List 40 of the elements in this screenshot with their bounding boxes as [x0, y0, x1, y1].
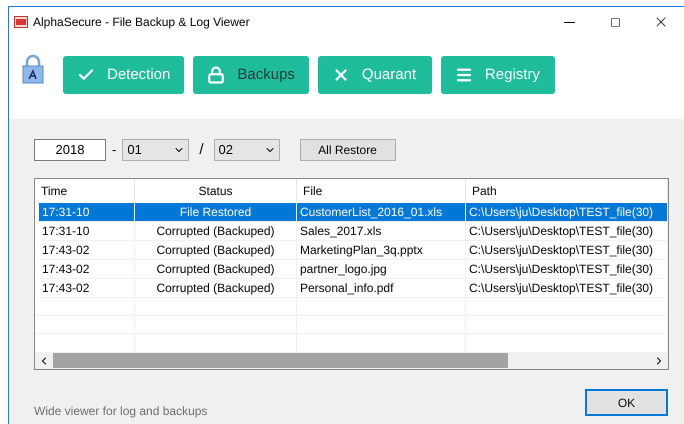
table-row[interactable]: 17:31-10 File Restored CustomerList_2016_01.xls C:\Users\ju\Desktop\TEST_file(30)	[39, 202, 668, 222]
table-row[interactable]: 17:43-02 Corrupted (Backuped) MarketingPlan_3q.pptx C:\Users\ju\Desktop\TEST_file(30)	[39, 240, 668, 260]
toolbar-tab[interactable]: Backups	[193, 56, 309, 94]
date-separator: /	[199, 140, 204, 160]
ok-button[interactable]: OK	[585, 389, 668, 416]
table-cell: C:\Users\ju\Desktop\TEST_file(30)	[466, 202, 668, 221]
table-cell: partner_logo.jpg	[297, 260, 466, 278]
window-title: AlphaSecure - File Backup & Log Viewer	[33, 14, 250, 31]
table-row[interactable]: 17:43-02 Corrupted (Backuped) partner_logo.jpg C:\Users\ju\Desktop\TEST_file(30)	[39, 260, 668, 279]
lock-icon	[207, 66, 226, 84]
table-cell: Corrupted (Backuped)	[135, 240, 297, 259]
menu-icon	[454, 66, 473, 84]
table-cell: Corrupted (Backuped)	[135, 278, 297, 297]
month-dropdown[interactable]: 01	[122, 139, 190, 161]
table-cell: 17:31-10	[39, 222, 135, 240]
all-restore-button[interactable]: All Restore	[300, 139, 396, 161]
table-cell: File Restored	[135, 202, 297, 221]
table-cell: C:\Users\ju\Desktop\TEST_file(30)	[466, 260, 668, 278]
year-field[interactable]: 2018	[34, 139, 106, 161]
table-cell: 17:43-02	[39, 260, 135, 278]
table-row[interactable]: 17:31-10 Corrupted (Backuped) Sales_2017.xls C:\Users\ju\Desktop\TEST_file(30)	[39, 222, 668, 241]
table-cell: Corrupted (Backuped)	[135, 260, 297, 278]
table-cell: C:\Users\ju\Desktop\TEST_file(30)	[466, 240, 668, 259]
table-cell: C:\Users\ju\Desktop\TEST_file(30)	[466, 278, 668, 297]
table-cell: CustomerList_2016_01.xls	[297, 202, 466, 221]
table-cell: Sales_2017.xls	[297, 222, 466, 240]
table-cell: Personal_info.pdf	[297, 278, 466, 297]
day-dropdown[interactable]: 02	[214, 139, 280, 161]
table-row[interactable]: 17:43-02 Corrupted (Backuped) Personal_info.pdf C:\Users\ju\Desktop\TEST_file(30)	[39, 278, 668, 298]
status-text: Wide viewer for log and backups	[34, 403, 208, 420]
maximize-icon	[610, 16, 620, 28]
table-cell: C:\Users\ju\Desktop\TEST_file(30)	[466, 222, 668, 240]
table-cell: 17:43-02	[39, 278, 135, 297]
table-cell: Corrupted (Backuped)	[135, 222, 297, 240]
table-cell: MarketingPlan_3q.pptx	[297, 240, 466, 259]
padlock-icon	[22, 54, 44, 84]
app-icon	[14, 16, 28, 28]
table-cell: 17:43-02	[39, 240, 135, 259]
date-separator: -	[112, 141, 116, 160]
table-cell: 17:31-10	[39, 202, 135, 221]
